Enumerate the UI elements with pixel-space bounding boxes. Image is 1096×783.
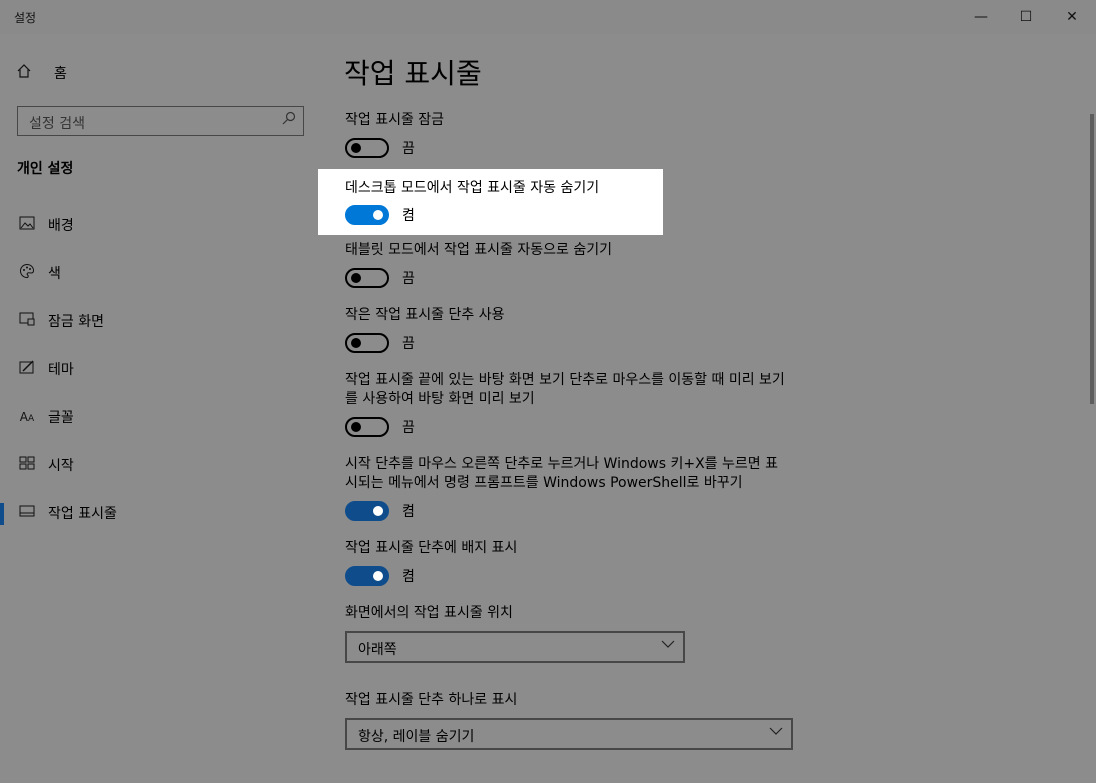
sidebar-item-label: 시작 xyxy=(48,458,74,474)
toggle-knob xyxy=(351,143,361,153)
sidebar-item-background[interactable]: 배경 xyxy=(0,203,321,247)
window-title: 설정 xyxy=(14,11,37,25)
settings-window: 설정 — ☐ ✕ 홈 설정 검색 개인 설정 배경 색 잠금 화면 테마 AA … xyxy=(0,0,1096,783)
start-icon xyxy=(17,456,37,474)
toggle-state: 끔 xyxy=(402,420,415,436)
settings-search-input[interactable]: 설정 검색 xyxy=(17,106,304,136)
chevron-down-icon xyxy=(769,724,783,742)
setting-tablet-autohide: 태블릿 모드에서 작업 표시줄 자동으로 숨기기 끔 xyxy=(345,241,805,288)
setting-label: 작은 작업 표시줄 단추 사용 xyxy=(345,307,505,323)
toggle-knob xyxy=(373,210,383,220)
taskbar-icon xyxy=(17,505,37,521)
maximize-button[interactable]: ☐ xyxy=(1003,0,1049,34)
sidebar-item-label: 배경 xyxy=(48,218,74,234)
setting-label: 화면에서의 작업 표시줄 위치 xyxy=(345,605,513,621)
toggle-knob xyxy=(351,422,361,432)
theme-icon xyxy=(17,360,37,378)
image-icon xyxy=(17,216,37,234)
palette-icon xyxy=(17,263,37,283)
sidebar-item-color[interactable]: 색 xyxy=(0,251,321,295)
sidebar-item-taskbar[interactable]: 작업 표시줄 xyxy=(0,491,321,535)
search-placeholder: 설정 검색 xyxy=(29,116,85,132)
title-bar: 설정 — ☐ ✕ xyxy=(0,0,1096,34)
lock-taskbar-toggle[interactable] xyxy=(345,138,389,158)
setting-lock-taskbar: 작업 표시줄 잠금 끔 xyxy=(345,111,805,158)
sidebar-item-theme[interactable]: 테마 xyxy=(0,347,321,391)
minimize-button[interactable]: — xyxy=(958,0,1004,34)
toggle-knob xyxy=(373,571,383,581)
toggle-state: 켬 xyxy=(402,569,415,585)
toggle-knob xyxy=(351,338,361,348)
toggle-knob xyxy=(351,273,361,283)
setting-small-buttons: 작은 작업 표시줄 단추 사용 끔 xyxy=(345,306,805,353)
setting-label: 작업 표시줄 단추 하나로 표시 xyxy=(345,692,518,708)
setting-label: 시작 단추를 마우스 오른쪽 단추로 누르거나 Windows 키+X를 누르면… xyxy=(345,456,778,491)
badges-toggle[interactable] xyxy=(345,566,389,586)
setting-label: 작업 표시줄 끝에 있는 바탕 화면 보기 단추로 마우스를 이동할 때 미리 … xyxy=(345,372,785,407)
vertical-scrollbar[interactable] xyxy=(1090,114,1094,404)
combine-buttons-dropdown[interactable]: 항상, 레이블 숨기기 xyxy=(345,718,793,750)
font-icon: AA xyxy=(19,410,35,424)
chevron-down-icon xyxy=(661,637,675,655)
sidebar-item-lock-screen[interactable]: 잠금 화면 xyxy=(0,299,321,343)
toggle-state: 끔 xyxy=(402,141,415,157)
setting-combine: 작업 표시줄 단추 하나로 표시 항상, 레이블 숨기기 xyxy=(345,691,805,750)
tablet-autohide-toggle[interactable] xyxy=(345,268,389,288)
setting-desktop-autohide: 데스크톱 모드에서 작업 표시줄 자동 숨기기 켬 xyxy=(318,169,663,235)
setting-label: 데스크톱 모드에서 작업 표시줄 자동 숨기기 xyxy=(345,180,600,196)
sidebar-item-label: 잠금 화면 xyxy=(48,314,104,330)
setting-label: 태블릿 모드에서 작업 표시줄 자동으로 숨기기 xyxy=(345,242,612,258)
sidebar-item-label: 색 xyxy=(48,266,61,282)
page-title: 작업 표시줄 xyxy=(344,57,482,90)
sidebar: 홈 설정 검색 개인 설정 배경 색 잠금 화면 테마 AA 글꼴 시작 작업 … xyxy=(0,34,321,783)
setting-powershell: 시작 단추를 마우스 오른쪽 단추로 누르거나 Windows 키+X를 누르면… xyxy=(345,455,790,521)
home-label: 홈 xyxy=(54,66,67,82)
dropdown-value: 아래쪽 xyxy=(358,642,397,658)
taskbar-position-dropdown[interactable]: 아래쪽 xyxy=(345,631,685,663)
toggle-state: 끔 xyxy=(402,271,415,287)
content-pane: 작업 표시줄 작업 표시줄 잠금 끔 태블릿 모드에서 작업 표시줄 자동으로 … xyxy=(321,34,1096,783)
toggle-state: 켬 xyxy=(402,504,415,520)
setting-badges: 작업 표시줄 단추에 배지 표시 켬 xyxy=(345,539,805,586)
lock-screen-icon xyxy=(17,312,37,330)
sidebar-item-label: 테마 xyxy=(48,362,74,378)
setting-label: 작업 표시줄 단추에 배지 표시 xyxy=(345,540,518,556)
toggle-state: 끔 xyxy=(402,336,415,352)
toggle-state: 켬 xyxy=(402,208,415,224)
home-nav[interactable]: 홈 xyxy=(16,62,67,84)
peek-toggle[interactable] xyxy=(345,417,389,437)
close-button[interactable]: ✕ xyxy=(1049,0,1095,34)
search-icon xyxy=(282,111,296,129)
sidebar-item-label: 글꼴 xyxy=(48,410,74,426)
toggle-knob xyxy=(373,506,383,516)
setting-label: 작업 표시줄 잠금 xyxy=(345,112,445,128)
section-title: 개인 설정 xyxy=(17,161,74,177)
sidebar-item-fonts[interactable]: AA 글꼴 xyxy=(0,395,321,439)
sidebar-item-start[interactable]: 시작 xyxy=(0,443,321,487)
setting-peek: 작업 표시줄 끝에 있는 바탕 화면 보기 단추로 마우스를 이동할 때 미리 … xyxy=(345,371,785,437)
powershell-toggle[interactable] xyxy=(345,501,389,521)
sidebar-item-label: 작업 표시줄 xyxy=(48,506,117,522)
dropdown-value: 항상, 레이블 숨기기 xyxy=(358,729,475,745)
small-buttons-toggle[interactable] xyxy=(345,333,389,353)
desktop-autohide-toggle[interactable] xyxy=(345,205,389,225)
setting-position: 화면에서의 작업 표시줄 위치 아래쪽 xyxy=(345,604,805,663)
home-icon xyxy=(16,63,32,83)
